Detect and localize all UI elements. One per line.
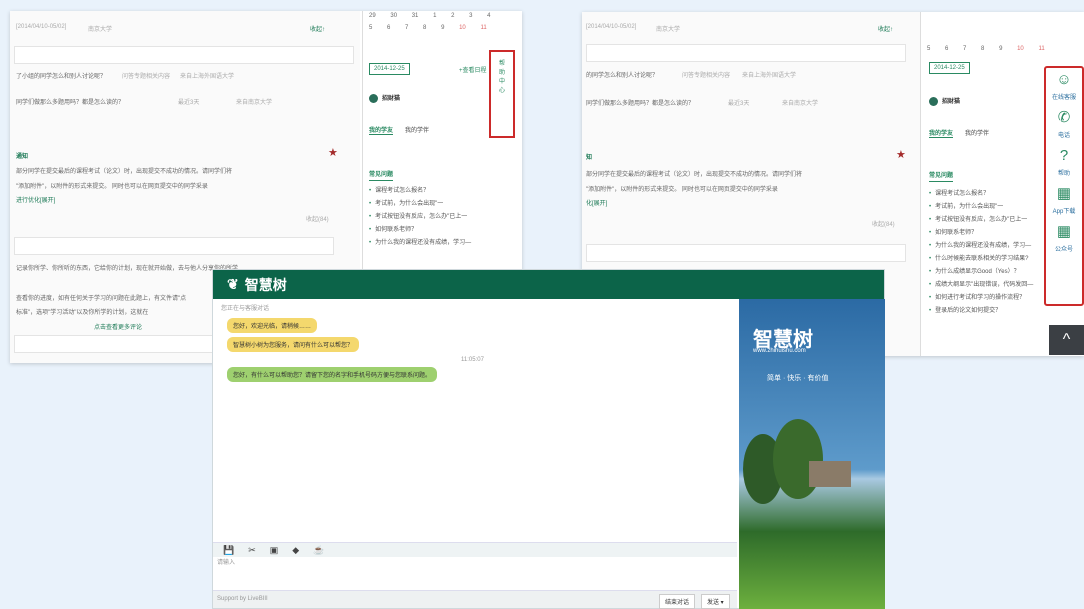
avatar [369,93,378,103]
list-item[interactable]: 如何联系老师？ [929,227,1039,240]
faq-title: 常见问题 [929,170,954,182]
comment-input[interactable] [586,244,906,262]
app-download-button[interactable]: ▦ App下载 [1046,182,1082,220]
wechat-button[interactable]: ▦ 公众号 [1046,220,1082,258]
mini-calendar: 29 30 31 1 2 3 4 5 6 7 8 9 10 11 [369,13,491,31]
current-date: 2014-12-25 [369,63,410,75]
scissors-icon[interactable]: ✂ [248,545,256,556]
list-item[interactable]: 考试前，为什么会出现"一 [929,201,1039,214]
feed-org: 南京大学 [88,27,113,33]
floating-service-bar: ☺ 在线客服 ✆ 电话 ? 帮助 ▦ App下载 ▦ 公众号 [1044,66,1084,306]
star-icon[interactable]: ★ [328,146,338,159]
faq-list: 课程考试怎么报名？ 考试前，为什么会出现"一 考试按钮没有反应，怎么办"已上一 … [369,185,519,250]
chat-window: ❦ 智慧树 您正在与客服对话 您好，欢迎光临，请稍候…… 智慧树小树为您服务，请… [212,269,885,609]
brand-banner: 智慧树 www.zhihuishu.com 简单 · 快乐 · 有价值 [739,299,885,609]
building-graphic [809,461,851,487]
notice-title: 通知 [16,154,29,160]
qrcode-icon: ▦ [1056,185,1072,202]
user-name: 招财猫 [929,96,960,106]
list-item[interactable]: 课程考试怎么报名？ [929,188,1039,201]
tab-my-friends[interactable]: 我的学友 [369,125,394,135]
friends-tabs: 我的学友 我的学伴 [929,128,989,138]
feed-date: [2014/04/10-05/02] [16,24,67,30]
faq-title: 常见问题 [369,169,394,181]
list-item[interactable]: 什么时候能去联系相关的学习结果? [929,253,1039,266]
avatar [929,96,938,106]
tree-graphic [773,419,823,499]
input-bar[interactable] [586,44,906,62]
list-item[interactable]: 登录后的论文如何提交？ [929,305,1039,318]
save-icon[interactable]: 💾 [223,545,234,556]
emoji-icon[interactable]: ◆ [292,545,299,556]
chat-status: 您正在与客服对话 [221,306,270,312]
logo-icon: ❦ [227,276,239,292]
chat-bubble: 智慧树小树为您服务，请问有什么可以帮您？ [227,337,360,352]
list-item[interactable]: 如何联系老师？ [369,224,519,237]
online-service-button[interactable]: ☺ 在线客服 [1046,68,1082,106]
banner-slogan: 简单 · 快乐 · 有价值 [767,375,829,382]
powered-by: Support by LiveBIII [217,596,268,602]
mini-calendar: 5 6 7 8 9 10 11 [927,46,1045,52]
list-item[interactable]: 课程考试怎么报名？ [369,185,519,198]
feed-row-title[interactable]: 了小组的同学怎么和别人讨论呢？ [16,71,106,80]
banner-url: www.zhihuishu.com [753,348,806,354]
list-item[interactable]: 考试前，为什么会出现"一 [369,198,519,211]
list-item[interactable]: 如何进行考试和学习的操作流程？ [929,292,1039,305]
collapse-link[interactable]: 收起↑ [878,24,893,33]
list-item[interactable]: 考试按钮没有反应，怎么办"已上一 [929,214,1039,227]
collapse-link[interactable]: 收起↑ [310,24,325,33]
comment-input[interactable] [14,237,334,255]
faq-list: 课程考试怎么报名？ 考试前，为什么会出现"一 考试按钮没有反应，怎么办"已上一 … [929,188,1039,318]
image-icon[interactable]: ▣ [270,545,279,556]
current-date: 2014-12-25 [929,62,970,74]
end-chat-button[interactable]: 结束对话 [659,594,696,609]
notice-collapse-link[interactable]: 收起(84) [306,214,329,223]
user-name: 招财猫 [369,93,400,103]
list-item[interactable]: 为什么成绩显示Good（Yes）？ [929,266,1039,279]
list-item[interactable]: 为什么我的课程还没有成绩，学习— [369,237,519,250]
chat-main: 您正在与客服对话 您好，欢迎光临，请稍候…… 智慧树小树为您服务，请问有什么可以… [213,299,737,609]
chat-header: ❦ 智慧树 [213,270,884,299]
send-button[interactable]: 发送 ▾ [701,594,730,609]
chat-bubble: 您好，有什么可以帮助您？请留下您的名字和手机号码方便与您联系问题。 [227,367,438,382]
help-button[interactable]: ? 帮助 [1046,144,1082,182]
qrcode-icon: ▦ [1056,223,1072,240]
customer-service-icon: ☺ [1056,71,1072,88]
chat-bubble: 您好，欢迎光临，请稍候…… [227,318,318,333]
input-bar[interactable] [14,46,354,64]
more-comments-link[interactable]: 点击查看更多评论 [94,322,142,331]
view-schedule-link[interactable]: +查看日程 [459,65,487,74]
phone-icon: ✆ [1057,109,1071,126]
cup-icon[interactable]: ☕ [313,545,324,556]
help-center-toggle[interactable]: 帮助中心 [489,50,515,138]
list-item[interactable]: 为什么我的课程还没有成绩，学习— [929,240,1039,253]
list-item[interactable]: 考试按钮没有反应，怎么办"已上一 [369,211,519,224]
chat-toolbar: 💾 ✂ ▣ ◆ ☕ [213,542,737,557]
list-item[interactable]: 成绩大纲显示"出现错误，代码发回— [929,279,1039,292]
chat-footer: Support by LiveBIII 结束对话 发送 ▾ [213,590,737,609]
feed-row-title[interactable]: 同学们做那么多题用吗？都是怎么读的？ [16,97,124,106]
tab-my-partners[interactable]: 我的学伴 [405,125,429,135]
message-input[interactable]: 请输入 [217,557,235,566]
tab-my-friends[interactable]: 我的学友 [929,128,954,138]
help-icon: ? [1059,147,1069,164]
star-icon[interactable]: ★ [896,148,906,161]
tab-my-partners[interactable]: 我的学伴 [965,128,989,138]
brand-name: 智慧树 [244,276,287,293]
phone-button[interactable]: ✆ 电话 [1046,106,1082,144]
back-to-top-button[interactable]: ^ [1049,325,1084,355]
friends-tabs: 我的学友 我的学伴 [369,125,429,135]
message-time: 11:05:07 [461,357,484,363]
